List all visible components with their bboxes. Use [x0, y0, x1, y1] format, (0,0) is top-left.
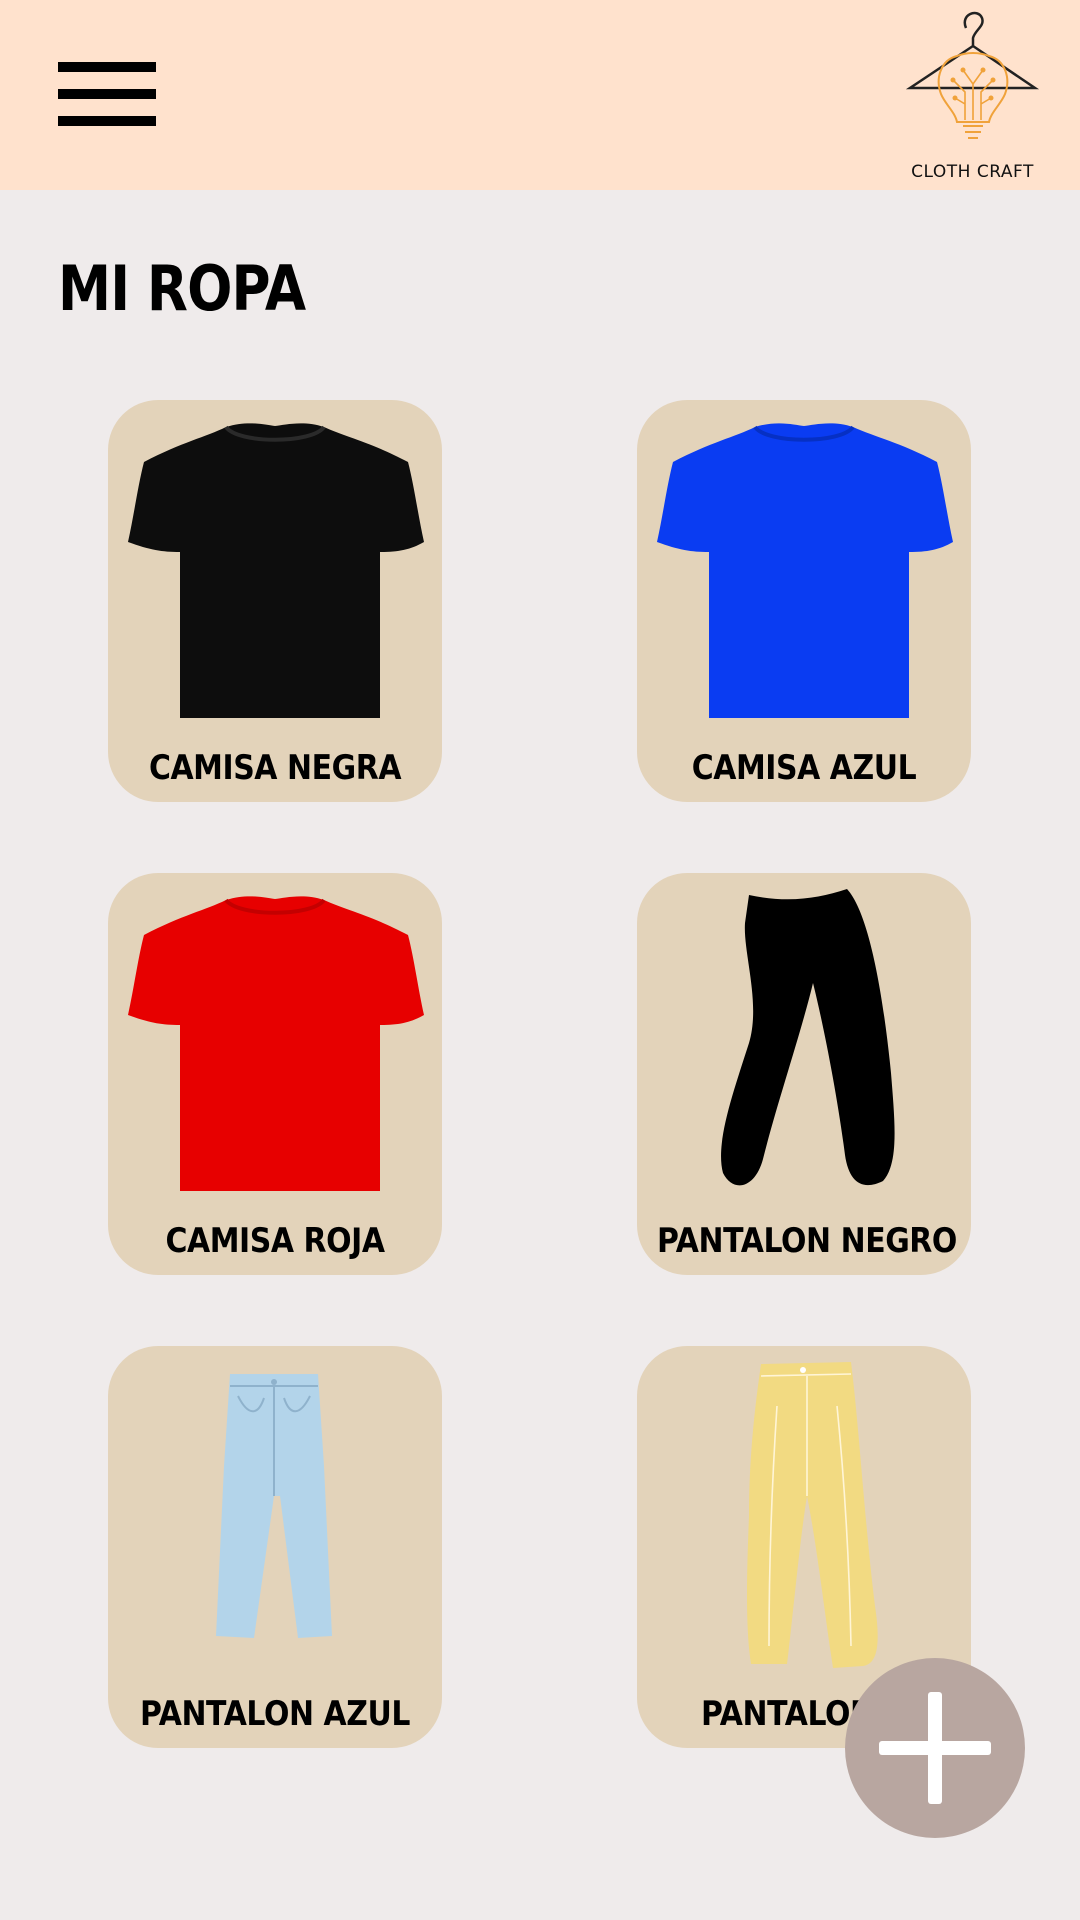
- clothing-card-label: CAMISA AZUL: [691, 748, 917, 788]
- app-header: CLOTH CRAFT: [0, 0, 1080, 190]
- page-title: MI ROPA: [58, 252, 306, 325]
- menu-button[interactable]: [58, 60, 158, 130]
- tshirt-icon: [128, 423, 424, 718]
- hanger-lightbulb-logo-icon: [905, 11, 1040, 139]
- clothing-card-camisa-azul[interactable]: CAMISA AZUL: [637, 400, 971, 802]
- clothing-card-pantalon-negro[interactable]: PANTALON NEGRO: [637, 873, 971, 1275]
- app-logo: CLOTH CRAFT: [905, 8, 1040, 183]
- tshirt-icon: [657, 423, 953, 718]
- pants-icon: [747, 1362, 878, 1668]
- pants-icon: [721, 889, 895, 1186]
- clothing-card-label: CAMISA ROJA: [165, 1221, 385, 1261]
- clothing-card-camisa-roja[interactable]: CAMISA ROJA: [108, 873, 442, 1275]
- clothing-card-label: CAMISA NEGRA: [148, 748, 402, 788]
- clothing-card-label: PANTALON NEGRO: [657, 1221, 957, 1261]
- clothing-card-camisa-negra[interactable]: CAMISA NEGRA: [108, 400, 442, 802]
- clothing-card-label: PANTALON AZUL: [139, 1694, 410, 1734]
- add-clothing-button[interactable]: [845, 1658, 1025, 1838]
- jeans-icon: [216, 1374, 332, 1638]
- logo-text: CLOTH CRAFT: [911, 162, 1034, 182]
- clothing-card-pantalon-azul[interactable]: PANTALON AZUL: [108, 1346, 442, 1748]
- tshirt-icon: [128, 896, 424, 1191]
